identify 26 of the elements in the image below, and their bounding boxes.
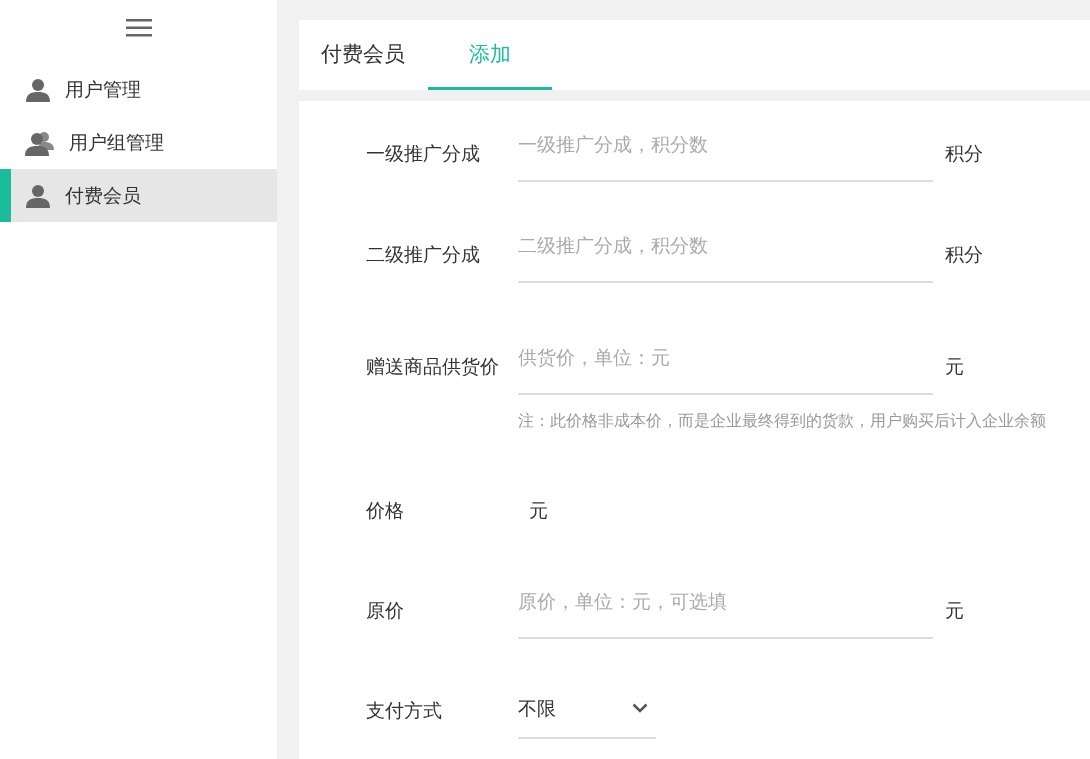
users-icon <box>25 129 55 156</box>
unit-label: 积分 <box>945 141 983 166</box>
field-label: 二级推广分成 <box>366 242 481 267</box>
input-field[interactable]: 二级推广分成，积分数 <box>518 226 933 283</box>
field-label: 支付方式 <box>366 698 443 723</box>
field-label: 价格 <box>366 498 405 523</box>
tab[interactable]: 付费会员 <box>321 20 428 90</box>
sidebar-item[interactable]: 付费会员 <box>0 169 277 222</box>
unit-label: 积分 <box>945 242 983 267</box>
select-dropdown[interactable]: 不限 <box>518 682 656 739</box>
input-field[interactable]: 一级推广分成，积分数 <box>518 125 933 182</box>
menu-icon[interactable] <box>125 18 152 37</box>
input-field[interactable]: 原价，单位：元，可选填 <box>518 582 933 639</box>
chevron-down-icon <box>632 703 648 713</box>
sidebar-item[interactable]: 用户管理 <box>0 63 277 116</box>
user-icon <box>25 182 51 209</box>
sidebar-item[interactable]: 用户组管理 <box>0 116 277 169</box>
field-label: 一级推广分成 <box>366 141 481 166</box>
user-icon <box>25 76 51 103</box>
field-label: 赠送商品供货价 <box>366 354 500 379</box>
unit-label: 元 <box>945 354 964 379</box>
unit-label: 元 <box>529 498 548 523</box>
input-field[interactable]: 供货价，单位：元 <box>518 338 933 395</box>
field-label: 原价 <box>366 598 405 623</box>
hint-text: 注：此价格非成本价，而是企业最终得到的货款，用户购买后计入企业余额 <box>518 410 1047 432</box>
unit-label: 元 <box>945 598 964 623</box>
